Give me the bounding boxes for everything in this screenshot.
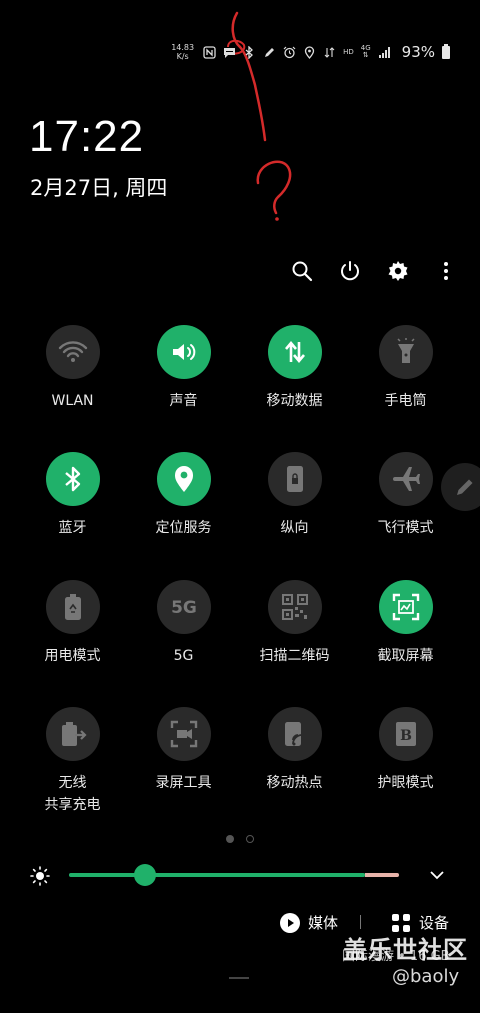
more-icon[interactable]	[434, 256, 458, 286]
signal-icon	[378, 46, 391, 59]
tile-label: 用电模式	[44, 648, 101, 664]
tile-location[interactable]: 定位服务	[128, 452, 239, 539]
wireless-share-icon[interactable]	[45, 707, 100, 761]
tile-label: 5G	[173, 648, 194, 664]
brightness-slider-thumb[interactable]	[134, 864, 156, 886]
power-icon[interactable]	[338, 256, 362, 286]
page-dot[interactable]	[246, 835, 254, 843]
qr-code-icon[interactable]	[267, 580, 322, 634]
tile-mobile-data[interactable]: 移动数据	[239, 325, 350, 412]
tile-screenshot[interactable]: 截取屏幕	[350, 580, 461, 667]
tile-qr-scan[interactable]: 扫描二维码	[239, 580, 350, 667]
bluetooth-icon	[243, 45, 256, 59]
clock-time[interactable]: 17:22	[29, 112, 144, 162]
tile-label: 手电筒	[384, 393, 427, 409]
network-speed: 14.83 K/s	[171, 43, 194, 61]
battery-percent: 93%	[401, 43, 435, 61]
pencil-icon	[457, 479, 473, 495]
page-dot-active[interactable]	[226, 835, 234, 843]
tile-label: 定位服务	[155, 520, 212, 536]
battery-eco-icon[interactable]	[45, 580, 100, 634]
portrait-lock-icon[interactable]	[267, 452, 322, 506]
brightness-fill	[69, 873, 365, 877]
screenshot-icon[interactable]	[378, 580, 433, 634]
hotspot-icon[interactable]	[267, 707, 322, 761]
brightness-high-zone	[365, 873, 399, 877]
tile-5g[interactable]: 5G 5G	[128, 580, 239, 667]
location-icon[interactable]	[156, 452, 211, 506]
tile-portrait[interactable]: 纵向	[239, 452, 350, 539]
battery-icon	[442, 43, 450, 59]
tile-flashlight[interactable]: 手电筒	[350, 325, 461, 412]
network-speed-value: 14.83	[171, 43, 195, 52]
4g-icon: 4G ⇅	[360, 44, 371, 59]
tile-label: WLAN	[51, 393, 94, 409]
network-speed-unit: K/s	[176, 52, 189, 61]
tile-label: 飞行模式	[377, 520, 434, 536]
clock-date[interactable]: 2月27日, 周四	[30, 172, 167, 202]
tile-bluetooth[interactable]: 蓝牙	[17, 452, 128, 539]
pen-icon	[263, 46, 276, 59]
nfc-icon	[203, 45, 216, 59]
tile-label: 移动数据	[266, 393, 323, 409]
brightness-slider[interactable]	[69, 873, 399, 877]
tile-label: 截取屏幕	[377, 648, 434, 664]
alarm-icon	[283, 46, 296, 59]
sound-icon[interactable]	[156, 325, 211, 379]
tile-wireless-share[interactable]: 无线 共享充电	[17, 707, 128, 816]
chat-icon	[223, 46, 236, 59]
airplane-icon[interactable]	[378, 452, 433, 506]
svg-text:5G: 5G	[171, 598, 197, 618]
chevron-down-icon[interactable]	[428, 866, 446, 884]
tile-sound[interactable]: 声音	[128, 325, 239, 412]
tile-hotspot[interactable]: 移动热点	[239, 707, 350, 794]
watermark-logo: 盖乐世社区	[343, 936, 468, 964]
play-icon	[280, 912, 300, 933]
eye-comfort-icon[interactable]: B	[378, 707, 433, 761]
flashlight-icon[interactable]	[378, 325, 433, 379]
divider	[360, 915, 361, 929]
tile-label: 纵向	[280, 520, 309, 536]
tile-label: 蓝牙	[58, 520, 87, 536]
search-icon[interactable]	[290, 256, 314, 286]
tile-label: 录屏工具	[155, 775, 212, 791]
wifi-icon[interactable]	[45, 325, 100, 379]
mobile-data-icon[interactable]	[267, 325, 322, 379]
media-label: 媒体	[308, 914, 339, 932]
media-button[interactable]: 媒体	[280, 912, 338, 933]
signal-arrows-icon	[323, 46, 336, 59]
svg-text:B: B	[400, 728, 412, 744]
tile-label: 扫描二维码	[259, 648, 330, 664]
tile-label: 护眼模式	[377, 775, 434, 791]
gear-icon[interactable]	[386, 256, 410, 286]
tile-power-mode[interactable]: 用电模式	[17, 580, 128, 667]
tile-label: 声音	[169, 393, 198, 409]
hd-label: HD	[343, 47, 354, 56]
tile-label: 无线 共享充电	[44, 775, 101, 813]
drag-handle[interactable]	[229, 977, 249, 979]
screen-record-icon[interactable]	[156, 707, 211, 761]
status-bar: 14.83 K/s HD 4G ⇅ 93%	[171, 40, 450, 64]
tile-screen-record[interactable]: 录屏工具	[128, 707, 239, 794]
bluetooth-icon[interactable]	[45, 452, 100, 506]
watermark-user: @baoly	[392, 966, 460, 987]
location-icon	[303, 45, 316, 59]
tile-wlan[interactable]: WLAN	[17, 325, 128, 412]
panel-actions	[290, 256, 458, 286]
tile-label: 移动热点	[266, 775, 323, 791]
tile-eye-comfort[interactable]: B 护眼模式	[350, 707, 461, 794]
hd-icon: HD	[343, 47, 354, 56]
brightness-sun-icon	[30, 866, 50, 886]
5g-icon[interactable]: 5G	[156, 580, 211, 634]
red-annotation-scribble	[227, 11, 292, 221]
page-indicator	[226, 835, 254, 843]
